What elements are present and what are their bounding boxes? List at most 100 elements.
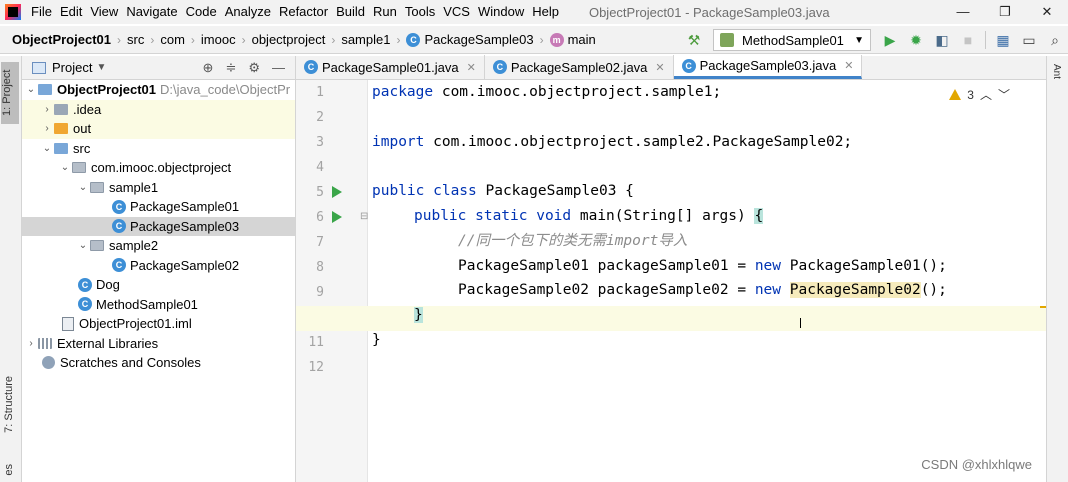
dropdown-arrow-icon[interactable]: ▼ (96, 62, 106, 73)
chevron-down-icon[interactable]: ⌄ (40, 143, 54, 154)
project-view-title[interactable]: Project (52, 60, 92, 75)
package-icon (72, 162, 86, 174)
breadcrumb-sample1[interactable]: sample1 (339, 32, 392, 47)
tree-item-iml[interactable]: ObjectProject01.iml (22, 314, 295, 334)
run-main-icon[interactable] (332, 211, 342, 223)
tree-item-packagesample03[interactable]: C PackageSample03 (22, 216, 295, 236)
breadcrumb-class[interactable]: C PackageSample03 (404, 32, 535, 47)
line-number: 9 (316, 285, 324, 300)
close-window-button[interactable]: ✕ (1026, 0, 1068, 24)
chevron-right-icon[interactable]: › (40, 123, 54, 134)
menu-navigate[interactable]: Navigate (122, 0, 181, 24)
code-line-10[interactable]: } (414, 303, 423, 328)
code-line-7[interactable]: //同一个包下的类无需import导入 (458, 229, 687, 254)
menu-help[interactable]: Help (528, 0, 563, 24)
tree-item-project-root[interactable]: ⌄ ObjectProject01 D:\java_code\ObjectPr (22, 80, 295, 100)
breadcrumb-method[interactable]: m main (548, 32, 598, 47)
code-area[interactable]: package com.imooc.objectproject.sample1;… (296, 80, 1048, 482)
tree-item-dog[interactable]: C Dog (22, 275, 295, 295)
menu-build[interactable]: Build (332, 0, 369, 24)
code-text: PackageSample03 { (476, 183, 634, 200)
matched-brace: { (754, 208, 764, 224)
chevron-right-icon[interactable]: › (40, 104, 54, 115)
run-class-icon[interactable] (332, 186, 342, 198)
tree-item-methodsample01[interactable]: C MethodSample01 (22, 295, 295, 315)
search-icon[interactable]: ⌕ (1042, 29, 1068, 51)
tree-item-idea[interactable]: › .idea (22, 99, 295, 119)
code-line-1[interactable]: package com.imooc.objectproject.sample1; (372, 80, 721, 105)
chevron-right-icon[interactable]: › (24, 338, 38, 349)
menu-analyze[interactable]: Analyze (221, 0, 275, 24)
tree-item-src[interactable]: ⌄ src (22, 139, 295, 159)
extra-tool-tab[interactable]: es (3, 464, 15, 476)
chevron-up-icon[interactable]: ︿ (980, 86, 992, 103)
minimize-button[interactable]: — (942, 0, 984, 24)
project-structure-icon[interactable]: ▦ (990, 29, 1016, 51)
inspection-widget[interactable]: 3 ︿ ﹀ (949, 86, 1010, 103)
collapse-all-icon[interactable]: ≑ (225, 60, 236, 76)
output-folder-icon (54, 123, 68, 135)
text-cursor (800, 318, 801, 328)
tree-item-scratches[interactable]: Scratches and Consoles (22, 353, 295, 373)
structure-tool-tab[interactable]: 7: Structure (3, 376, 15, 433)
tree-item-sample1[interactable]: ⌄ sample1 (22, 178, 295, 198)
code-line-8[interactable]: PackageSample01 packageSample01 = new Pa… (458, 254, 947, 279)
code-line-3[interactable]: import com.imooc.objectproject.sample2.P… (372, 130, 852, 155)
line-number: 6 (316, 210, 324, 225)
tree-item-package-root[interactable]: ⌄ com.imooc.objectproject (22, 158, 295, 178)
menu-file[interactable]: File (27, 0, 56, 24)
locate-file-icon[interactable]: ⊕ (203, 60, 214, 76)
breadcrumb-com[interactable]: com (158, 32, 187, 47)
chevron-down-icon[interactable]: ⌄ (24, 84, 38, 95)
debug-icon[interactable]: ✹ (903, 29, 929, 51)
project-tool-tab[interactable]: 1: Project (1, 62, 19, 124)
tab-packagesample01[interactable]: C PackageSample01.java ✕ (296, 55, 485, 79)
ant-tool-tab[interactable]: Ant (1051, 64, 1062, 79)
menu-refactor[interactable]: Refactor (275, 0, 332, 24)
tree-item-sample2[interactable]: ⌄ sample2 (22, 236, 295, 256)
breadcrumb-method-label: main (567, 32, 596, 47)
module-folder-icon (38, 84, 52, 96)
fold-icon[interactable]: ⊟ (360, 211, 368, 222)
tab-packagesample02[interactable]: C PackageSample02.java ✕ (485, 55, 674, 79)
breadcrumb-project[interactable]: ObjectProject01 (0, 32, 113, 47)
hide-panel-icon[interactable]: — (272, 60, 285, 76)
navigation-bar: ObjectProject01 › src › com › imooc › ob… (0, 26, 1068, 54)
tree-item-packagesample02[interactable]: C PackageSample02 (22, 256, 295, 276)
tree-item-external-libraries[interactable]: › External Libraries (22, 334, 295, 354)
tree-item-packagesample01[interactable]: C PackageSample01 (22, 197, 295, 217)
settings-gear-icon[interactable]: ⚙ (248, 60, 260, 76)
editor-gutter[interactable]: 1 2 3 4 5 6 7 8 9 10 11 12 ⊟ ⊟ (296, 80, 368, 482)
stop-icon[interactable]: ■ (955, 29, 981, 51)
breadcrumb-src[interactable]: src (125, 32, 146, 47)
menu-view[interactable]: View (86, 0, 122, 24)
chevron-down-icon[interactable]: ⌄ (76, 240, 90, 251)
chevron-down-icon[interactable]: ⌄ (58, 162, 72, 173)
chevron-down-icon[interactable]: ﹀ (998, 86, 1010, 103)
source-folder-icon (54, 142, 68, 154)
terminal-window-icon[interactable]: ▭ (1016, 29, 1042, 51)
run-icon[interactable]: ▶ (877, 29, 903, 51)
close-tab-icon[interactable]: ✕ (655, 61, 664, 74)
menu-edit[interactable]: Edit (56, 0, 86, 24)
menu-code[interactable]: Code (182, 0, 221, 24)
maximize-button[interactable]: ❐ (984, 0, 1026, 24)
tree-item-out[interactable]: › out (22, 119, 295, 139)
build-hammer-icon[interactable]: ⚒ (681, 29, 707, 51)
chevron-down-icon[interactable]: ⌄ (76, 182, 90, 193)
menu-window[interactable]: Window (474, 0, 528, 24)
menu-tools[interactable]: Tools (401, 0, 439, 24)
coverage-icon[interactable]: ◧ (929, 29, 955, 51)
run-configuration-select[interactable]: MethodSample01 ▼ (713, 29, 871, 51)
tab-packagesample03[interactable]: C PackageSample03.java ✕ (673, 55, 863, 79)
close-tab-icon[interactable]: ✕ (844, 59, 853, 72)
code-line-11[interactable]: } (372, 328, 381, 353)
menu-run[interactable]: Run (369, 0, 401, 24)
breadcrumb-imooc[interactable]: imooc (199, 32, 238, 47)
breadcrumb-objectproject[interactable]: objectproject (250, 32, 328, 47)
code-line-9[interactable]: PackageSample02 packageSample02 = new Pa… (458, 278, 947, 303)
code-line-6[interactable]: public static void main(String[] args) { (414, 204, 764, 229)
code-line-5[interactable]: public class PackageSample03 { (372, 179, 634, 204)
close-tab-icon[interactable]: ✕ (467, 61, 476, 74)
menu-vcs[interactable]: VCS (439, 0, 474, 24)
